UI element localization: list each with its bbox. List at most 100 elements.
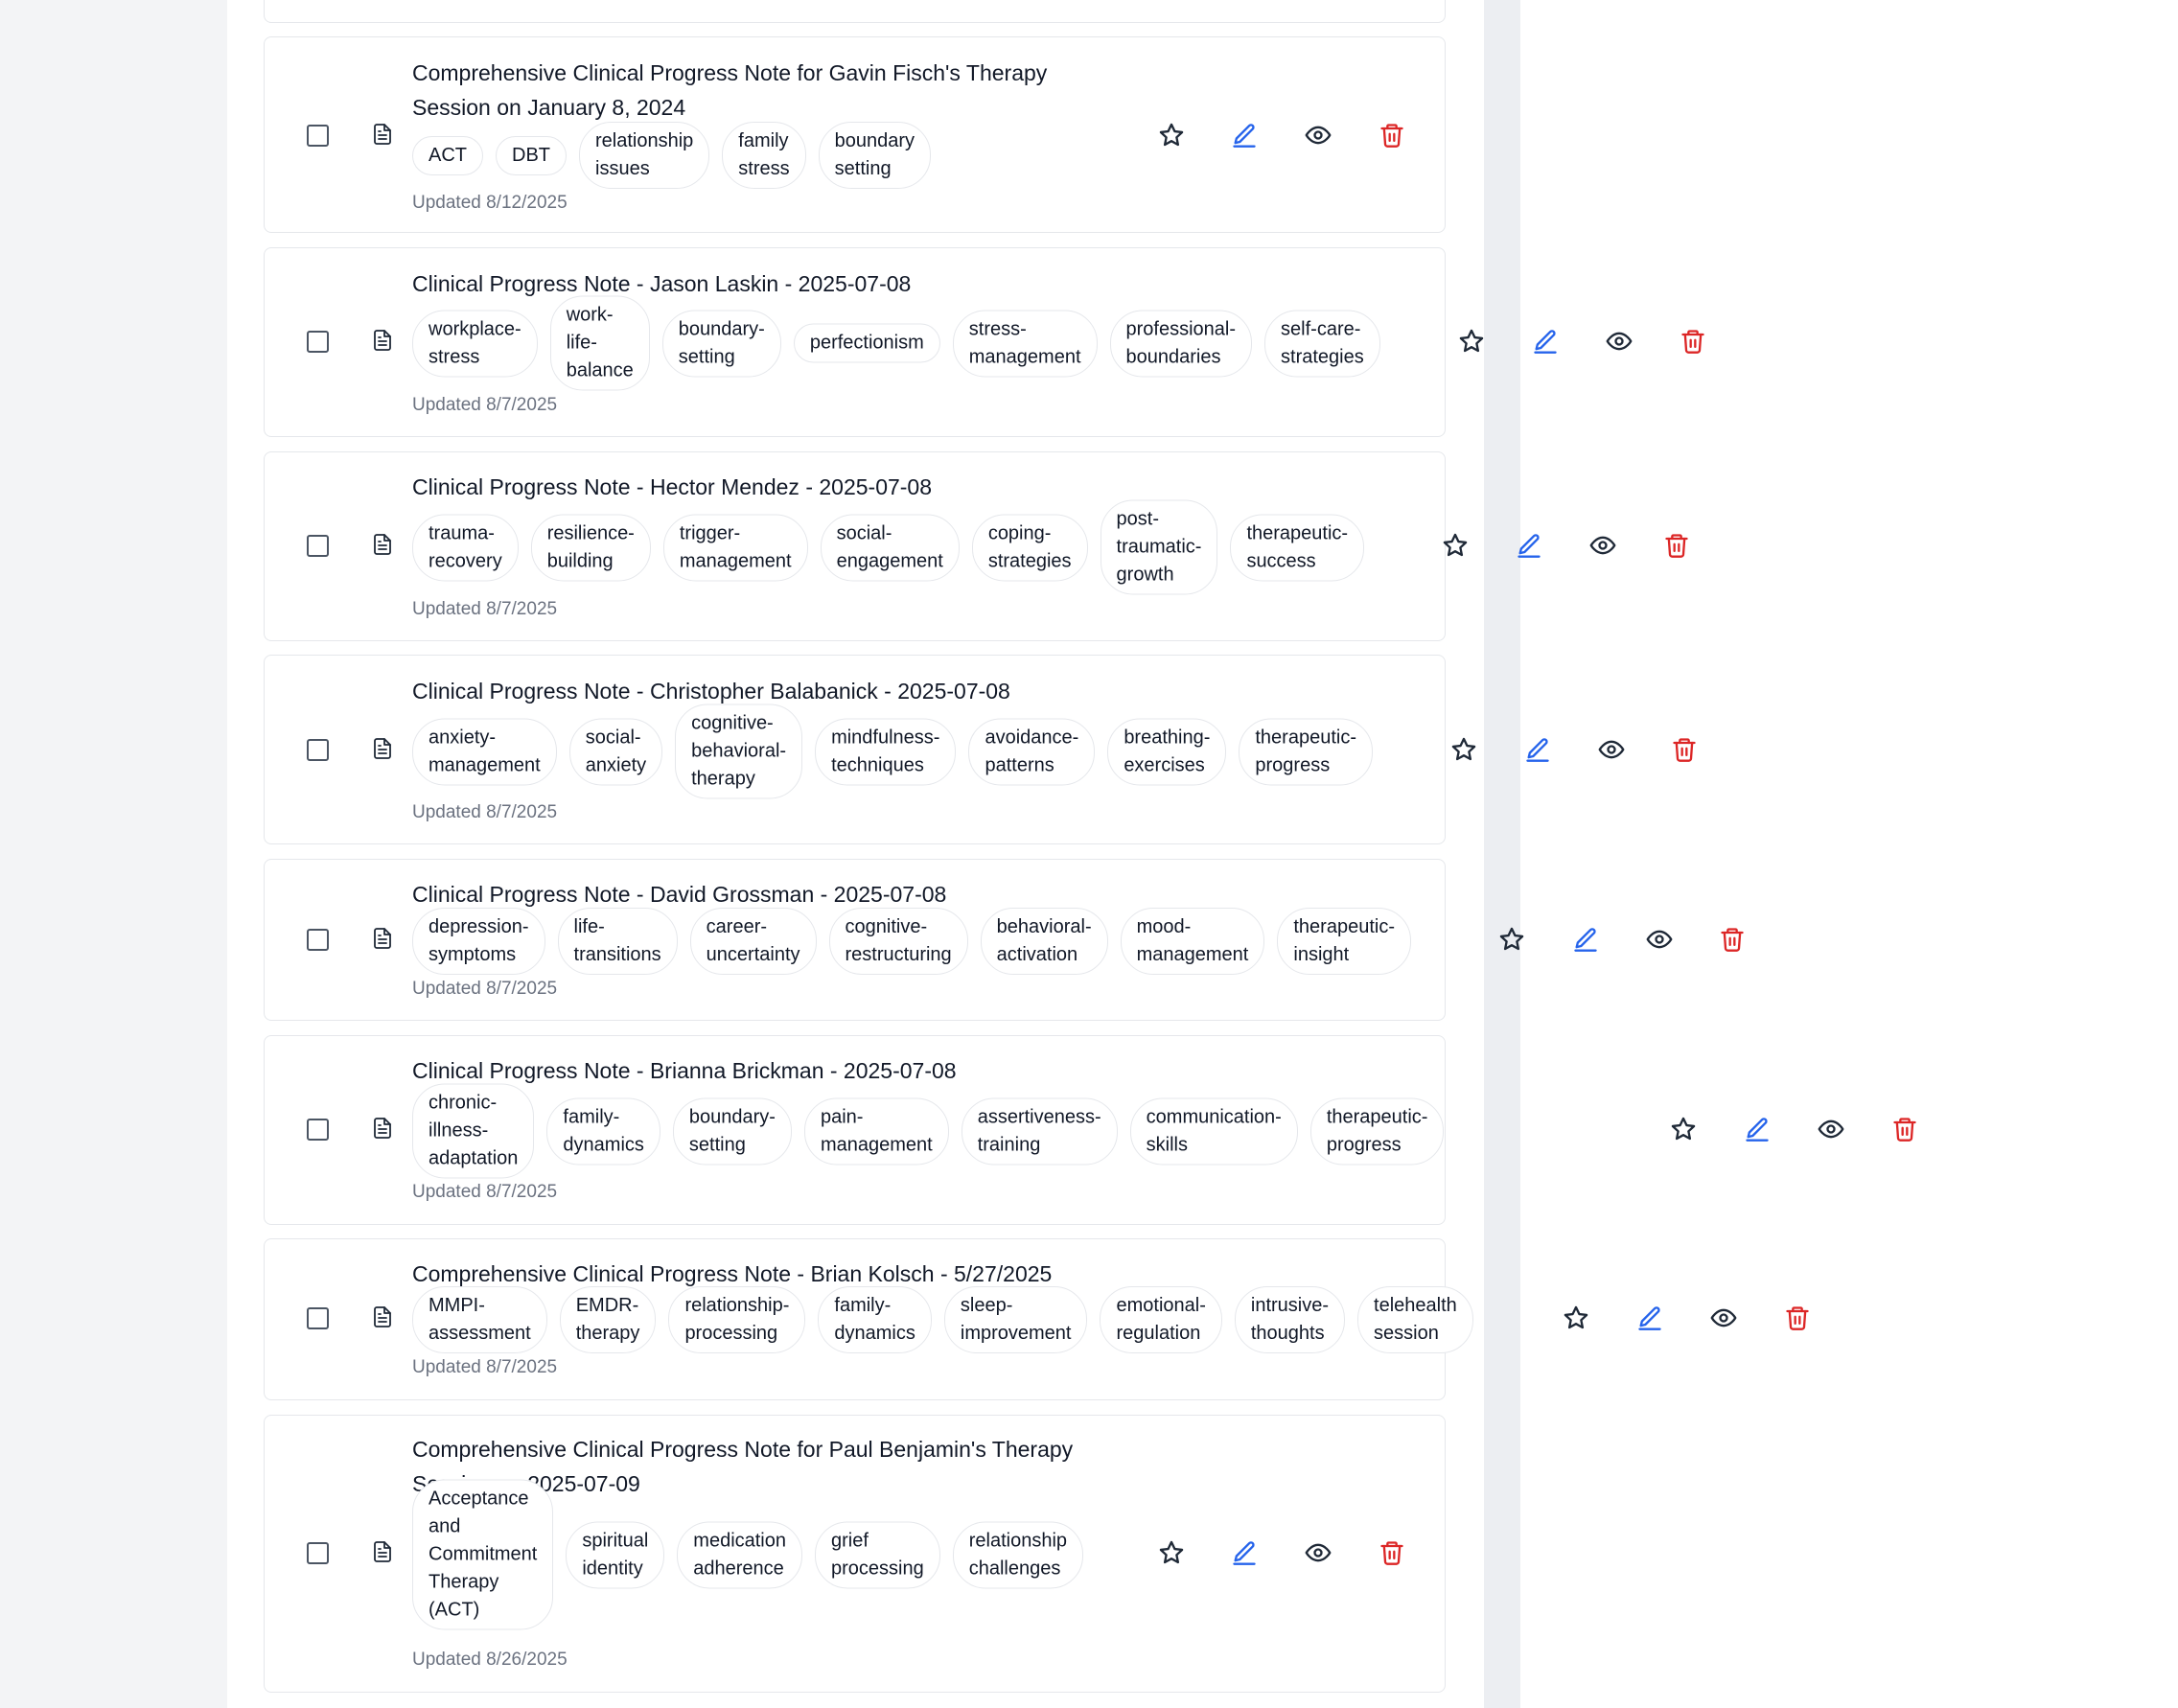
document-icon <box>371 927 394 952</box>
tag-chip[interactable]: boundary- setting <box>672 1097 792 1165</box>
tag-chip[interactable]: family- dynamics <box>818 1286 932 1353</box>
trash-icon[interactable] <box>1379 1539 1405 1566</box>
eye-icon[interactable] <box>1818 1116 1844 1143</box>
tag-chip[interactable]: breathing- exercises <box>1107 718 1227 785</box>
trash-icon[interactable] <box>1719 926 1746 953</box>
tag-chip[interactable]: family stress <box>722 122 806 189</box>
trash-icon[interactable] <box>1891 1116 1918 1143</box>
tag-chip[interactable]: medication adherence <box>677 1521 802 1588</box>
tag-chip[interactable]: therapeutic- progress <box>1239 718 1373 785</box>
tag-chip[interactable]: relationship issues <box>579 122 710 189</box>
trash-icon[interactable] <box>1671 736 1698 763</box>
tag-chip[interactable]: therapeutic- success <box>1230 514 1365 581</box>
star-icon[interactable] <box>1450 736 1477 763</box>
trash-icon[interactable] <box>1379 122 1405 149</box>
eye-icon[interactable] <box>1305 1539 1332 1566</box>
tag-chip[interactable]: therapeutic- progress <box>1309 1097 1445 1165</box>
note-card-previous[interactable] <box>264 0 1446 23</box>
tag-chip[interactable]: career- uncertainty <box>689 908 817 975</box>
select-checkbox[interactable] <box>307 1542 329 1564</box>
tag-chip[interactable]: ACT <box>412 135 483 175</box>
tag-chip[interactable]: communication- skills <box>1129 1097 1298 1165</box>
tag-chip[interactable]: life- transitions <box>557 908 678 975</box>
pencil-icon[interactable] <box>1231 1539 1258 1566</box>
tag-chip[interactable]: boundary- setting <box>661 310 781 377</box>
tag-chip[interactable]: self-care- strategies <box>1264 310 1380 377</box>
tag-chip[interactable]: trigger- management <box>662 514 808 581</box>
tag-chip[interactable]: cognitive- behavioral- therapy <box>675 704 803 799</box>
eye-icon[interactable] <box>1598 736 1625 763</box>
tag-chip[interactable]: assertiveness- training <box>961 1097 1118 1165</box>
tag-chip[interactable]: chronic- illness- adaptation <box>412 1083 535 1179</box>
note-title[interactable]: Comprehensive Clinical Progress Note for… <box>412 56 1047 125</box>
tag-chip[interactable]: sleep- improvement <box>943 1286 1088 1353</box>
tag-chip[interactable]: boundary setting <box>818 122 932 189</box>
tag-chip[interactable]: post- traumatic- growth <box>1100 499 1218 595</box>
eye-icon[interactable] <box>1589 532 1616 559</box>
pencil-icon[interactable] <box>1636 1304 1663 1331</box>
eye-icon[interactable] <box>1710 1304 1737 1331</box>
tag-chip[interactable]: work- life- balance <box>549 295 650 391</box>
trash-icon[interactable] <box>1663 532 1690 559</box>
tag-chip[interactable]: therapeutic- insight <box>1277 908 1411 975</box>
eye-icon[interactable] <box>1646 926 1673 953</box>
tag-chip[interactable]: trauma- recovery <box>412 514 519 581</box>
tag-list: trauma- recovery resilience- building trig… <box>412 499 1365 595</box>
trash-icon[interactable] <box>1680 328 1706 355</box>
eye-icon[interactable] <box>1606 328 1633 355</box>
scroll-gutter[interactable] <box>1484 0 1520 1708</box>
select-checkbox[interactable] <box>307 125 329 147</box>
pencil-icon[interactable] <box>1524 736 1551 763</box>
tag-chip[interactable]: Acceptance and Commitment Therapy (ACT) <box>412 1479 554 1630</box>
select-checkbox[interactable] <box>307 1119 329 1141</box>
tag-chip[interactable]: telehealth session <box>1357 1286 1473 1353</box>
select-checkbox[interactable] <box>307 739 329 761</box>
tag-chip[interactable]: social- anxiety <box>568 718 663 785</box>
star-icon[interactable] <box>1498 926 1525 953</box>
tag-chip[interactable]: spiritual identity <box>566 1521 665 1588</box>
document-icon <box>371 737 394 762</box>
pencil-icon[interactable] <box>1572 926 1599 953</box>
tag-chip[interactable]: emotional- regulation <box>1100 1286 1222 1353</box>
tag-chip[interactable]: intrusive- thoughts <box>1234 1286 1346 1353</box>
star-icon[interactable] <box>1563 1304 1589 1331</box>
tag-chip[interactable]: perfectionism <box>793 323 940 363</box>
pencil-icon[interactable] <box>1516 532 1542 559</box>
tag-chip[interactable]: EMDR- therapy <box>559 1286 657 1353</box>
pencil-icon[interactable] <box>1231 122 1258 149</box>
star-icon[interactable] <box>1670 1116 1697 1143</box>
tag-chip[interactable]: anxiety- management <box>412 718 557 785</box>
tag-chip[interactable]: behavioral- activation <box>980 908 1108 975</box>
pencil-icon[interactable] <box>1744 1116 1771 1143</box>
star-icon[interactable] <box>1158 1539 1185 1566</box>
tag-chip[interactable]: cognitive- restructuring <box>828 908 968 975</box>
tag-chip[interactable]: pain- management <box>803 1097 949 1165</box>
tag-chip[interactable]: MMPI- assessment <box>412 1286 547 1353</box>
tag-chip[interactable]: grief processing <box>815 1521 940 1588</box>
tag-chip[interactable]: family- dynamics <box>546 1097 660 1165</box>
tag-chip[interactable]: relationship challenges <box>952 1521 1084 1588</box>
tag-chip[interactable]: resilience- building <box>530 514 651 581</box>
select-checkbox[interactable] <box>307 331 329 353</box>
tag-chip[interactable]: DBT <box>496 135 567 175</box>
tag-chip[interactable]: depression- symptoms <box>412 908 545 975</box>
select-checkbox[interactable] <box>307 1307 329 1329</box>
trash-icon[interactable] <box>1784 1304 1811 1331</box>
tag-chip[interactable]: mood- management <box>1120 908 1265 975</box>
note-title[interactable]: Clinical Progress Note - David Grossman … <box>412 877 946 912</box>
star-icon[interactable] <box>1442 532 1469 559</box>
tag-chip[interactable]: avoidance- patterns <box>968 718 1096 785</box>
tag-chip[interactable]: stress- management <box>952 310 1098 377</box>
tag-chip[interactable]: professional- boundaries <box>1109 310 1253 377</box>
select-checkbox[interactable] <box>307 929 329 951</box>
eye-icon[interactable] <box>1305 122 1332 149</box>
pencil-icon[interactable] <box>1532 328 1559 355</box>
tag-chip[interactable]: coping- strategies <box>971 514 1088 581</box>
tag-chip[interactable]: workplace- stress <box>412 310 538 377</box>
tag-chip[interactable]: social- engagement <box>820 514 960 581</box>
star-icon[interactable] <box>1158 122 1185 149</box>
tag-chip[interactable]: mindfulness- techniques <box>815 718 957 785</box>
select-checkbox[interactable] <box>307 535 329 557</box>
tag-chip[interactable]: relationship- processing <box>668 1286 806 1353</box>
star-icon[interactable] <box>1458 328 1485 355</box>
